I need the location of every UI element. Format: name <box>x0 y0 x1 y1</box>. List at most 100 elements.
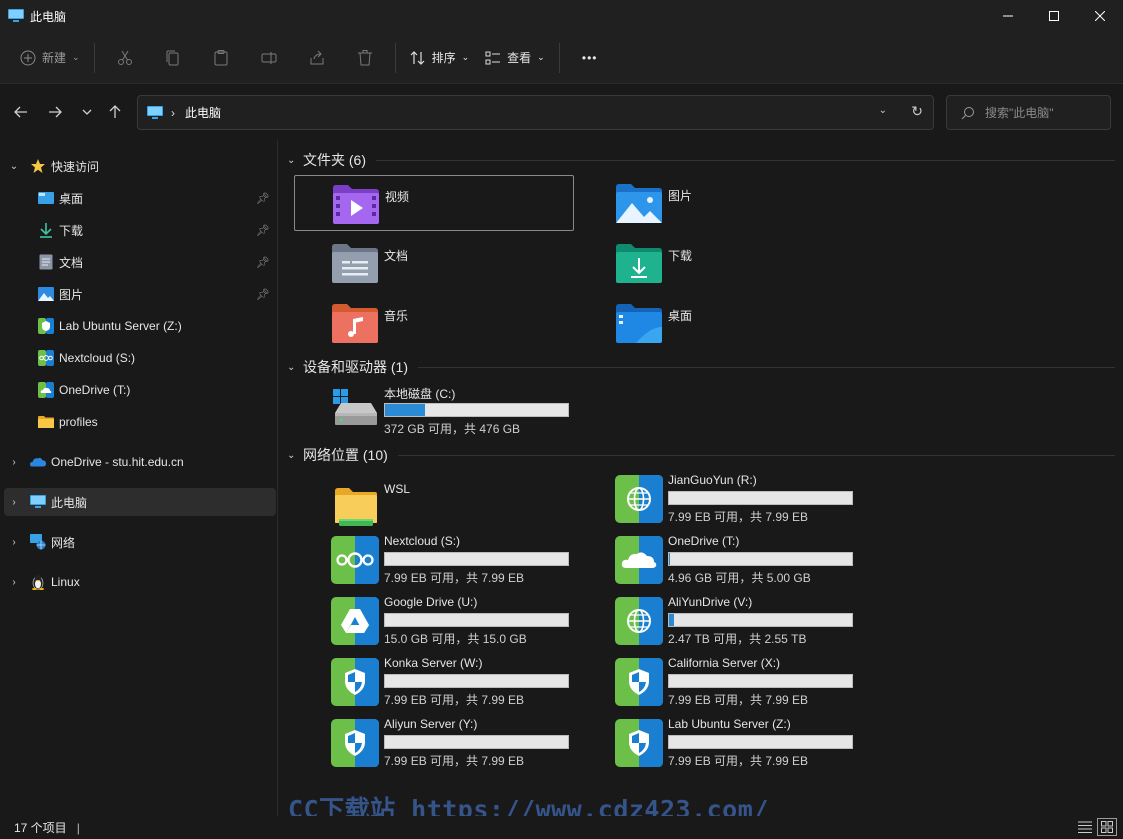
network-location-nextcloud[interactable]: Nextcloud (S:) 7.99 EB 可用，共 7.99 EB <box>294 534 574 590</box>
new-button[interactable]: 新建 ⌄ <box>12 40 88 76</box>
view-button[interactable]: 查看 ⌄ <box>477 40 553 76</box>
onedrive-drive-icon <box>615 536 663 584</box>
drive-name: Aliyun Server (Y:) <box>384 717 478 731</box>
chevron-down-icon[interactable]: ⌄ <box>287 362 297 373</box>
address-dropdown-icon[interactable]: ⌄ <box>879 105 887 116</box>
breadcrumb-this-pc[interactable]: 此电脑 <box>185 104 221 121</box>
sidebar-item-label: 文档 <box>59 255 84 270</box>
group-header-network[interactable]: ⌄ 网络位置 (10) <box>287 445 1115 465</box>
shield-drive-icon <box>615 658 663 706</box>
delete-button[interactable] <box>341 40 389 76</box>
shield-drive-icon <box>331 658 379 706</box>
group-divider <box>418 366 1115 368</box>
sidebar-item-pictures[interactable]: 图片 📌︎ <box>4 280 276 308</box>
network-location-aliyundrive[interactable]: AliYunDrive (V:) 2.47 TB 可用，共 2.55 TB <box>578 595 858 651</box>
tiles-view-icon <box>1101 821 1113 833</box>
sidebar-item-network[interactable]: › 网络 <box>4 528 276 556</box>
chevron-right-icon[interactable]: › <box>8 497 20 508</box>
pictures-folder-icon <box>616 184 662 223</box>
sidebar-item-documents[interactable]: 文档 📌︎ <box>4 248 276 276</box>
drive-size: 7.99 EB 可用，共 7.99 EB <box>668 754 809 768</box>
network-location-konka-server[interactable]: Konka Server (W:) 7.99 EB 可用，共 7.99 EB <box>294 656 574 712</box>
sidebar-item-downloads[interactable]: 下载 📌︎ <box>4 216 276 244</box>
more-button[interactable]: ••• <box>566 40 614 76</box>
sort-label: 排序 <box>431 51 456 65</box>
maximize-button[interactable] <box>1031 0 1077 32</box>
folder-desktop[interactable]: 桌面 <box>578 295 858 351</box>
sidebar-item-desktop[interactable]: 桌面 📌︎ <box>4 184 276 212</box>
sort-button[interactable]: 排序 ⌄ <box>402 40 478 76</box>
drive-local-c[interactable]: 本地磁盘 (C:) 372 GB 可用，共 476 GB <box>294 385 574 441</box>
sidebar-item-nextcloud[interactable]: Nextcloud (S:) <box>4 344 276 372</box>
navigation-row: › 此电脑 ⌄ ↻ <box>0 84 1123 140</box>
up-button[interactable] <box>104 102 126 122</box>
network-location-lab-ubuntu-server[interactable]: Lab Ubuntu Server (Z:) 7.99 EB 可用，共 7.99… <box>578 717 858 773</box>
network-location-california-server[interactable]: California Server (X:) 7.99 EB 可用，共 7.99… <box>578 656 858 712</box>
paste-button[interactable] <box>197 40 245 76</box>
close-button[interactable] <box>1077 0 1123 32</box>
sidebar-item-label: 图片 <box>59 287 84 302</box>
drive-name: Nextcloud (S:) <box>384 534 461 548</box>
title-bar: 此电脑 <box>0 0 1123 32</box>
chevron-down-icon[interactable]: ⌄ <box>8 161 20 172</box>
recent-locations-button[interactable] <box>76 102 98 122</box>
share-icon <box>310 50 324 64</box>
drive-name: WSL <box>384 482 411 496</box>
network-location-wsl[interactable]: WSL <box>294 481 574 537</box>
pin-icon[interactable]: 📌︎ <box>256 192 270 205</box>
folder-downloads[interactable]: 下载 <box>578 235 858 291</box>
arrow-right-icon <box>49 106 62 118</box>
search-box[interactable] <box>946 95 1111 130</box>
network-location-aliyun-server[interactable]: Aliyun Server (Y:) 7.99 EB 可用，共 7.99 EB <box>294 717 574 773</box>
group-header-folders[interactable]: ⌄ 文件夹 (6) <box>287 150 1115 170</box>
folder-videos[interactable]: 视频 <box>294 175 574 231</box>
tiles-view-button[interactable] <box>1097 818 1117 836</box>
drive-usage-fill <box>385 404 426 416</box>
chevron-right-icon[interactable]: › <box>8 537 20 548</box>
shield-drive-icon <box>615 719 663 767</box>
network-location-onedrive[interactable]: OneDrive (T:) 4.96 GB 可用，共 5.00 GB <box>578 534 858 590</box>
chevron-down-icon[interactable]: ⌄ <box>287 155 297 166</box>
cut-button[interactable] <box>101 40 149 76</box>
back-button[interactable] <box>10 102 32 122</box>
folder-name: 桌面 <box>668 309 693 323</box>
sidebar-item-lab-ubuntu-server[interactable]: Lab Ubuntu Server (Z:) <box>4 312 276 340</box>
refresh-icon[interactable]: ↻ <box>911 103 923 120</box>
pin-icon[interactable]: 📌︎ <box>256 224 270 237</box>
maximize-icon <box>1049 11 1059 21</box>
sidebar-item-quick-access[interactable]: ⌄ 快速访问 <box>4 152 276 180</box>
chevron-right-icon[interactable]: › <box>8 577 20 588</box>
drive-usage-bar <box>384 613 569 627</box>
details-view-button[interactable] <box>1075 818 1095 836</box>
copy-button[interactable] <box>149 40 197 76</box>
folder-music[interactable]: 音乐 <box>294 295 574 351</box>
globe-drive-icon <box>615 475 663 523</box>
sidebar-item-profiles[interactable]: profiles <box>4 408 276 436</box>
sort-icon <box>410 50 424 65</box>
folder-documents[interactable]: 文档 <box>294 235 574 291</box>
minimize-button[interactable] <box>985 0 1031 32</box>
drive-size: 372 GB 可用，共 476 GB <box>384 422 521 436</box>
folder-pictures[interactable]: 图片 <box>578 175 858 231</box>
rename-button[interactable] <box>245 40 293 76</box>
clipboard-icon <box>214 49 228 65</box>
search-input[interactable] <box>985 105 1105 120</box>
pin-icon[interactable]: 📌︎ <box>256 256 270 269</box>
pin-icon[interactable]: 📌︎ <box>256 288 270 301</box>
chevron-right-icon[interactable]: › <box>8 457 20 468</box>
wsl-folder-icon <box>335 488 377 526</box>
sidebar-item-label: OneDrive - stu.hit.edu.cn <box>51 455 184 469</box>
share-button[interactable] <box>293 40 341 76</box>
network-location-jianguoyun[interactable]: JianGuoYun (R:) 7.99 EB 可用，共 7.99 EB <box>578 473 858 529</box>
group-header-devices[interactable]: ⌄ 设备和驱动器 (1) <box>287 357 1115 377</box>
network-location-google-drive[interactable]: Google Drive (U:) 15.0 GB 可用，共 15.0 GB <box>294 595 574 651</box>
forward-button[interactable] <box>44 102 66 122</box>
sidebar-item-onedrive-t[interactable]: OneDrive (T:) <box>4 376 276 404</box>
address-bar[interactable]: › 此电脑 ⌄ ↻ <box>137 95 934 130</box>
sidebar-item-this-pc[interactable]: › 此电脑 <box>4 488 276 516</box>
sidebar-item-onedrive-hit[interactable]: › OneDrive - stu.hit.edu.cn <box>4 448 276 476</box>
sidebar-item-label: 下载 <box>59 223 84 238</box>
chevron-down-icon[interactable]: ⌄ <box>287 450 297 461</box>
toolbar-divider <box>394 42 396 73</box>
sidebar-item-linux[interactable]: › Linux <box>4 568 276 596</box>
